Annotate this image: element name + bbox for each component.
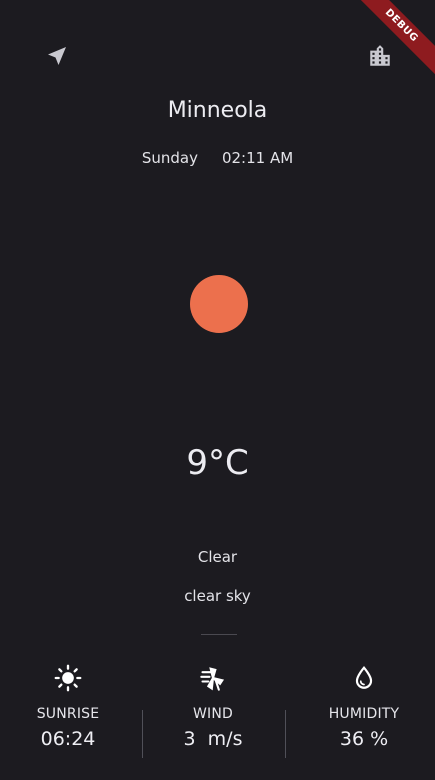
sun-icon [0, 660, 139, 696]
stat-divider [285, 710, 286, 758]
stat-humidity: HUMIDITY 36 % [293, 660, 435, 750]
wind-label: WIND [192, 706, 234, 722]
weather-stats: SUNRISE 06:24 WIND 3 m/s HUMIDITY 36 % [0, 660, 435, 770]
wind-value: 3 m/s [183, 728, 243, 750]
weather-main: Clear [197, 548, 238, 566]
navigation-arrow-icon [45, 44, 69, 72]
temperature: 9°C [186, 443, 249, 483]
water-drop-icon [293, 660, 435, 696]
humidity-label: HUMIDITY [328, 706, 400, 722]
city-buildings-icon [367, 43, 393, 73]
current-location-button[interactable] [43, 44, 71, 72]
time-label: 02:11 AM [221, 149, 294, 167]
weather-description: clear sky [184, 587, 251, 605]
stat-sunrise: SUNRISE 06:24 [0, 660, 139, 750]
city-search-button[interactable] [366, 44, 394, 72]
weather-sun-icon [190, 275, 248, 333]
humidity-value: 36 % [339, 728, 389, 750]
city-name: Minneola [167, 98, 268, 123]
stat-wind: WIND 3 m/s [142, 660, 284, 750]
date-time: Sunday 02:11 AM [0, 149, 435, 167]
sunrise-value: 06:24 [40, 728, 96, 750]
wind-turbine-icon [142, 660, 284, 696]
sunrise-label: SUNRISE [36, 706, 100, 722]
day-label: Sunday [141, 149, 198, 167]
divider [201, 634, 237, 635]
